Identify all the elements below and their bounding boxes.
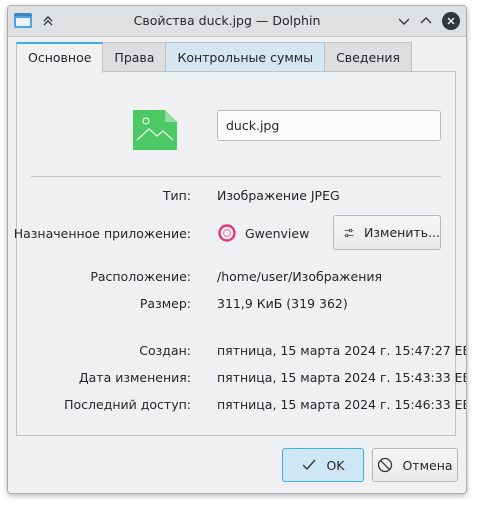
chevron-up-icon [420, 17, 432, 24]
cancel-button-label: Отмена [402, 457, 453, 473]
file-name-input[interactable] [217, 110, 441, 141]
cancel-icon [378, 457, 393, 473]
change-app-button[interactable]: Изменить... [333, 215, 441, 250]
accessed-label: Последний доступ: [64, 397, 191, 412]
configure-icon [344, 228, 354, 237]
accessed-value: пятница, 15 марта 2024 г. 15:46:33 EET [217, 397, 467, 412]
tab-permissions[interactable]: Права [102, 42, 167, 71]
created-label: Создан: [139, 343, 191, 358]
title-bar[interactable]: Свойства duck.jpg — Dolphin [8, 6, 466, 37]
created-value: пятница, 15 марта 2024 г. 15:47:27 EET [217, 343, 467, 358]
double-chevron-up-icon [43, 16, 53, 26]
cancel-button[interactable]: Отмена [372, 448, 458, 482]
checkmark-icon [302, 459, 316, 471]
location-value: /home/user/Изображения [217, 269, 383, 284]
gwenview-icon [218, 224, 236, 242]
general-panel: Тип: Изображение JPEG Назначенное прилож… [13, 71, 466, 436]
ok-button[interactable]: OK [282, 448, 364, 482]
folder-icon [14, 13, 32, 28]
tab-details[interactable]: Сведения [324, 42, 413, 71]
ok-button-label: OK [326, 457, 345, 473]
change-app-button-label: Изменить... [364, 225, 440, 240]
tab-bar: Основное Права Контрольные суммы Сведени… [16, 42, 413, 73]
assigned-app-value: Gwenview [245, 226, 310, 241]
modified-label: Дата изменения: [78, 370, 191, 385]
divider [31, 176, 441, 177]
minimize-button[interactable] [394, 11, 414, 31]
tab-general[interactable]: Основное [16, 42, 104, 73]
properties-dialog: Свойства duck.jpg — Dolphin Основное Пра… [7, 5, 467, 494]
location-label: Расположение: [90, 269, 191, 284]
close-icon [442, 12, 460, 30]
maximize-button[interactable] [416, 11, 436, 31]
type-value: Изображение JPEG [217, 188, 340, 203]
assigned-app-label: Назначенное приложение: [13, 226, 191, 241]
keep-above-button[interactable] [38, 11, 58, 31]
close-button[interactable] [441, 11, 461, 31]
type-label: Тип: [162, 188, 191, 203]
window-title: Свойства duck.jpg — Dolphin [133, 13, 321, 28]
modified-value: пятница, 15 марта 2024 г. 15:43:33 EET [217, 370, 467, 385]
tab-checksums[interactable]: Контрольные суммы [165, 42, 326, 71]
size-value: 311,9 КиБ (319 362) [217, 296, 348, 311]
chevron-down-icon [398, 18, 410, 25]
size-label: Размер: [139, 296, 191, 311]
image-jpeg-icon[interactable] [133, 110, 177, 150]
